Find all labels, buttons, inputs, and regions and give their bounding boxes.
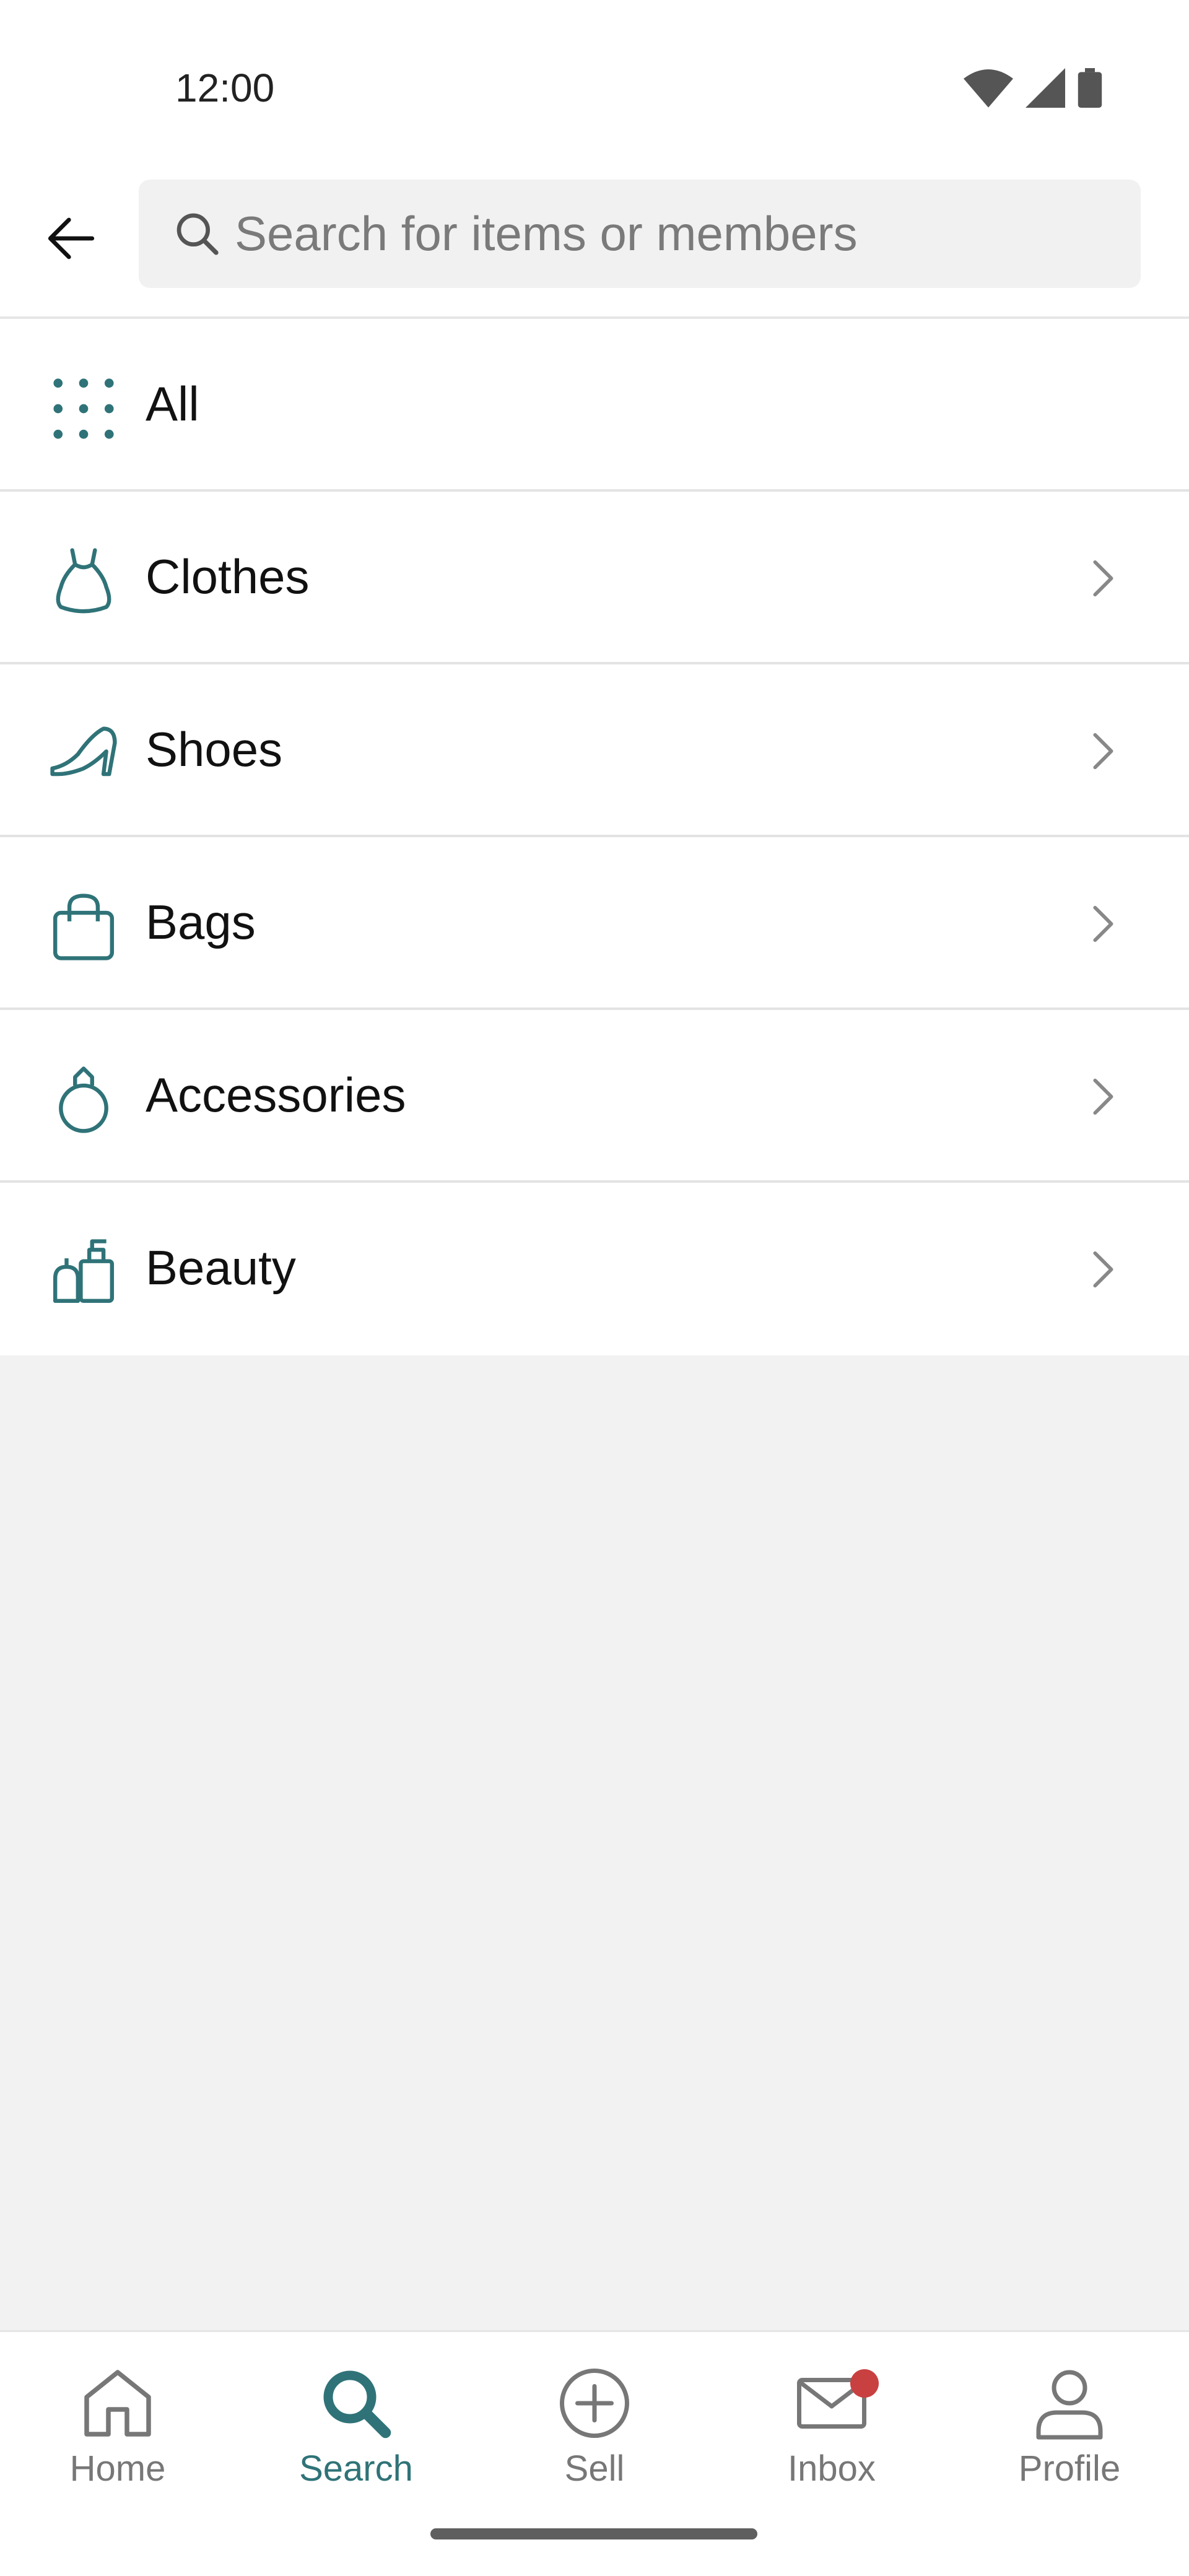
grid-dots-icon [53,378,114,439]
nav-label: Profile [1018,2448,1121,2489]
status-time: 12:00 [175,66,275,110]
category-item-bags[interactable]: Bags [0,837,1189,1010]
screen: 12:00 Search for items or members All Cl… [0,0,1189,2576]
bag-icon [53,894,115,960]
wifi-icon [964,69,1013,108]
nav-label: Home [69,2448,166,2489]
chevron-right-icon [1093,905,1113,942]
search-icon [323,2370,391,2439]
category-item-shoes[interactable]: Shoes [0,664,1189,837]
category-item-beauty[interactable]: Beauty [0,1183,1189,1355]
category-list: All Clothes Shoes Bags Accessories Beaut… [0,319,1189,1355]
nav-item-inbox[interactable]: Inbox [739,2366,925,2521]
arrow-left-icon [48,217,95,259]
category-label: Accessories [146,1068,406,1122]
chevron-right-icon [1093,733,1113,770]
category-label: Shoes [146,722,283,777]
plus-circle-icon [560,2369,629,2438]
nav-label: Inbox [788,2448,876,2489]
category-item-all[interactable]: All [0,319,1189,492]
home-indicator[interactable] [430,2528,757,2539]
nav-label: Sell [564,2448,625,2489]
battery-icon [1078,68,1102,108]
nav-item-home[interactable]: Home [25,2366,211,2521]
category-label: Bags [146,895,256,949]
ring-icon [59,1066,108,1133]
category-item-accessories[interactable]: Accessories [0,1010,1189,1183]
perfume-icon [53,1239,115,1303]
nav-item-search[interactable]: Search [263,2366,449,2521]
chevron-right-icon [1093,560,1113,597]
search-header [0,161,1189,319]
high-heel-icon [50,726,117,777]
cell-signal-icon [1026,68,1065,108]
category-item-clothes[interactable]: Clothes [0,492,1189,664]
nav-item-sell[interactable]: Sell [502,2366,687,2521]
nav-label: Search [299,2448,413,2489]
status-bar: 12:00 [0,0,1189,161]
home-icon [84,2370,151,2437]
user-icon [1036,2370,1103,2440]
nav-item-profile[interactable]: Profile [977,2366,1162,2521]
category-label: All [146,376,199,431]
unread-badge [850,2369,879,2398]
search-input[interactable] [235,206,1089,262]
search-box[interactable] [139,180,1141,288]
back-button[interactable] [37,198,105,279]
status-icons [964,68,1102,108]
chevron-right-icon [1093,1251,1113,1288]
category-label: Clothes [146,549,310,604]
search-icon [176,213,219,255]
category-label: Beauty [146,1240,296,1295]
dress-icon [56,548,111,614]
chevron-right-icon [1093,1078,1113,1115]
